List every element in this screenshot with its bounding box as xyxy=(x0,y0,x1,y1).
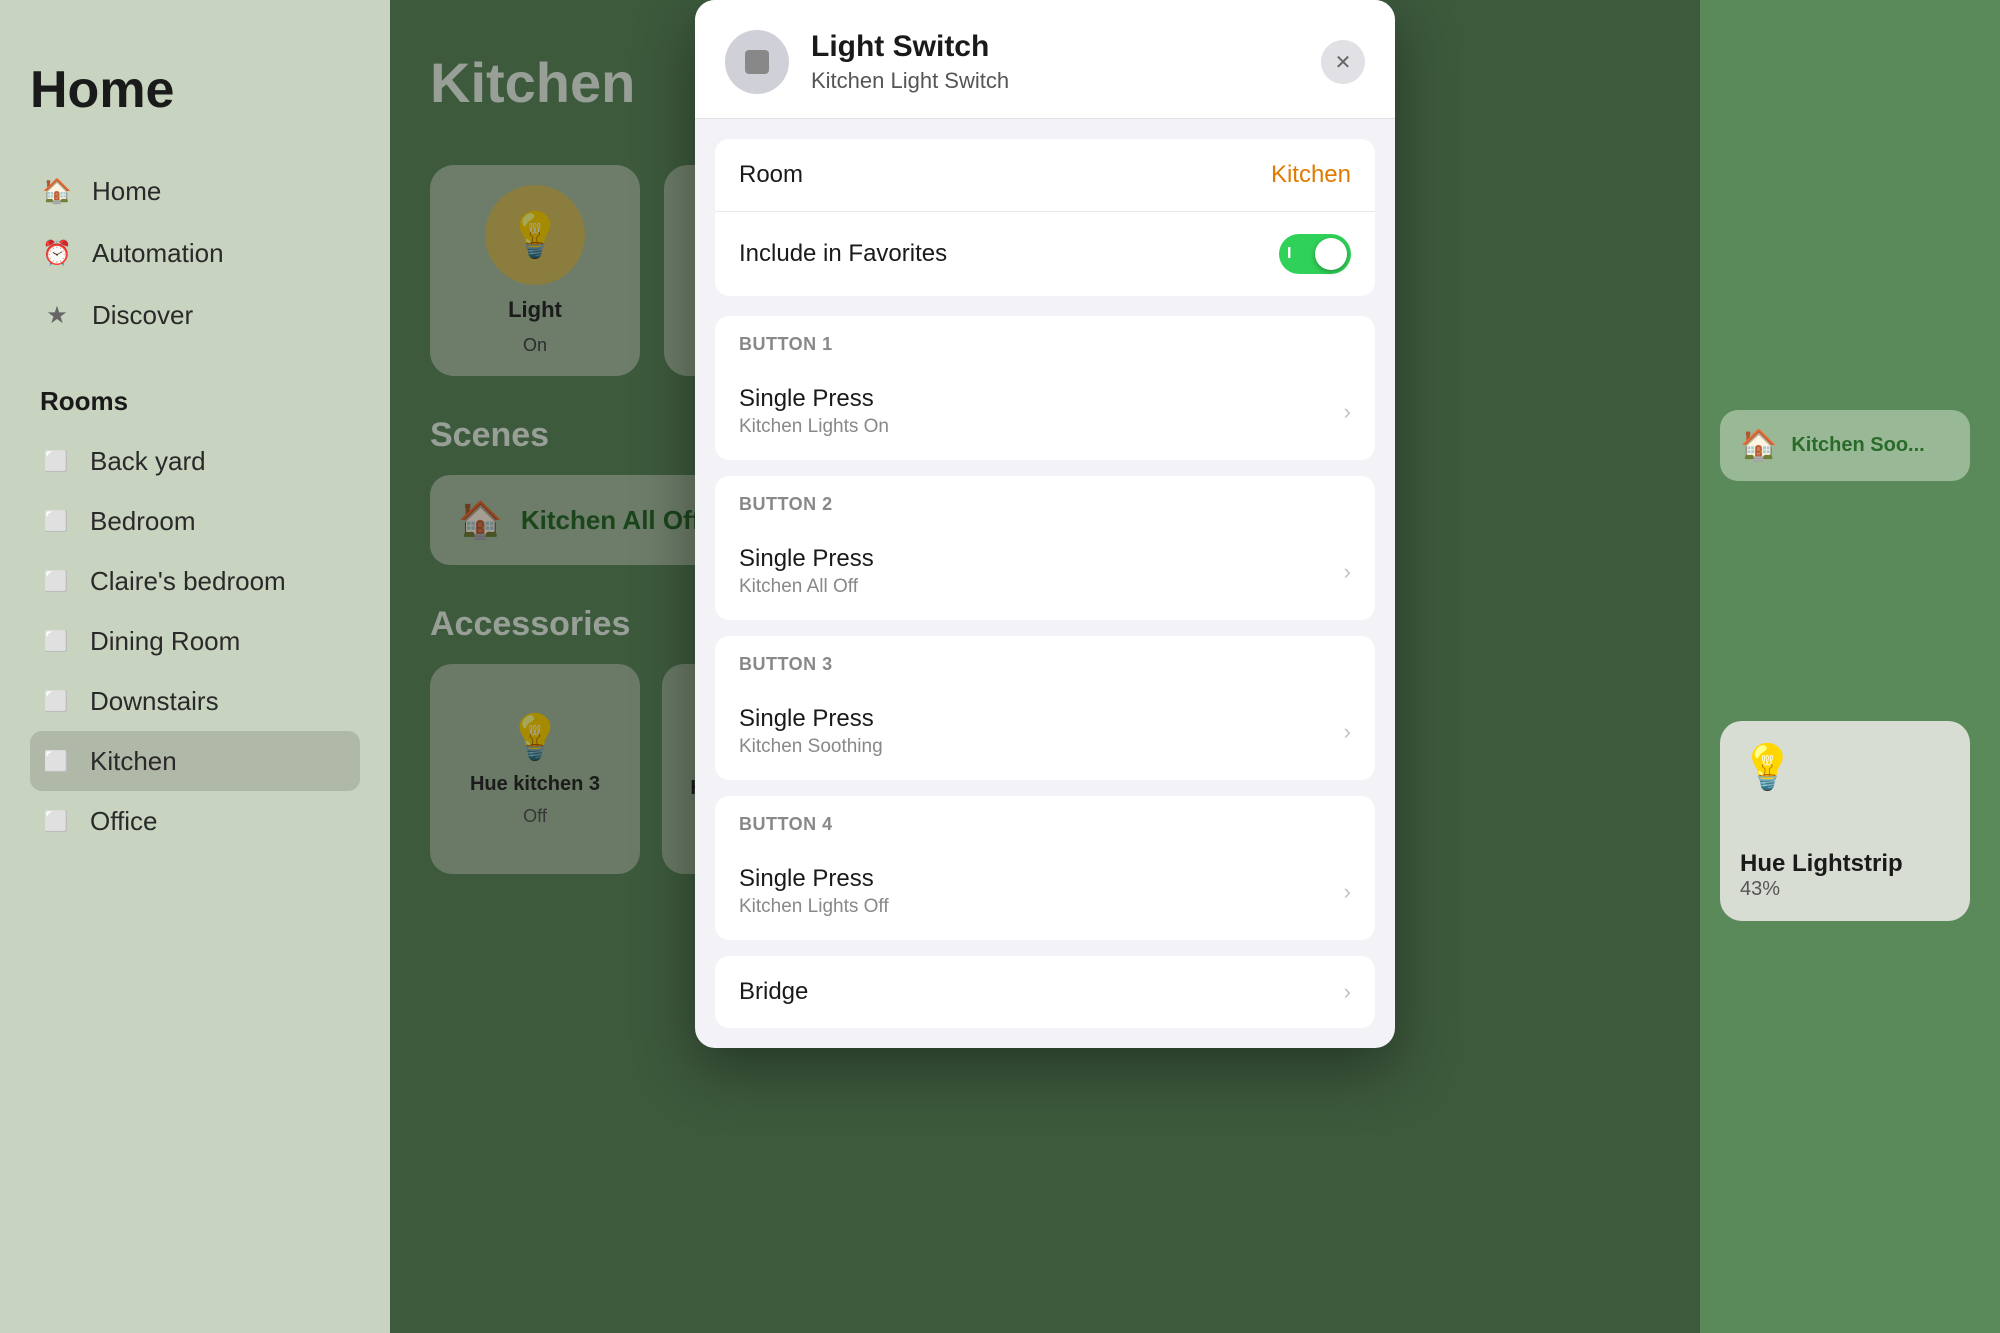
button2-header: BUTTON 2 xyxy=(715,476,1375,523)
modal-button4-section: BUTTON 4 Single Press Kitchen Lights Off… xyxy=(715,796,1375,940)
right-acc-status: 43% xyxy=(1740,878,1950,901)
room-icon: ⬜ xyxy=(40,745,72,777)
bridge-chevron: › xyxy=(1344,979,1351,1005)
modal-header: Light Switch Kitchen Light Switch ✕ xyxy=(695,0,1395,119)
room-icon: ⬜ xyxy=(40,565,72,597)
modal-favorites-label: Include in Favorites xyxy=(739,240,1279,268)
right-side-panel: 🏠 Kitchen Soo... 💡 Hue Lightstrip 43% xyxy=(1700,0,2000,1333)
modal-button1-section: BUTTON 1 Single Press Kitchen Lights On … xyxy=(715,316,1375,460)
sidebar: Home 🏠 Home ⏰ Automation ★ Discover Room… xyxy=(0,0,390,1333)
sidebar-item-home[interactable]: 🏠 Home xyxy=(30,160,360,222)
modal-dialog: Light Switch Kitchen Light Switch ✕ Room… xyxy=(695,0,1395,1048)
modal-subtitle: Kitchen Light Switch xyxy=(811,68,1299,94)
button4-chevron: › xyxy=(1344,879,1351,905)
bridge-label: Bridge xyxy=(739,978,1344,1006)
modal-title: Light Switch xyxy=(811,30,1299,64)
right-scene-card[interactable]: 🏠 Kitchen Soo... xyxy=(1720,410,1970,481)
sidebar-item-claire-bedroom[interactable]: ⬜ Claire's bedroom xyxy=(30,551,360,611)
button2-main: Single Press xyxy=(739,545,1344,573)
button3-main: Single Press xyxy=(739,705,1344,733)
button1-chevron: › xyxy=(1344,399,1351,425)
button4-row[interactable]: Single Press Kitchen Lights Off › xyxy=(715,843,1375,940)
sidebar-item-office[interactable]: ⬜ Office xyxy=(30,791,360,851)
button3-content: Single Press Kitchen Soothing xyxy=(739,705,1344,758)
button1-main: Single Press xyxy=(739,385,1344,413)
main-content-area: Kitchen 💡 Light On ⏸ Front Door Closed S… xyxy=(390,0,1700,1333)
right-acc-card[interactable]: 💡 Hue Lightstrip 43% xyxy=(1720,721,1970,921)
room-icon: ⬜ xyxy=(40,625,72,657)
button2-content: Single Press Kitchen All Off xyxy=(739,545,1344,598)
modal-close-button[interactable]: ✕ xyxy=(1321,40,1365,84)
modal-info-section: Room Kitchen Include in Favorites I xyxy=(715,139,1375,296)
modal-device-icon xyxy=(725,30,789,94)
toggle-knob xyxy=(1315,238,1347,270)
button1-sub: Kitchen Lights On xyxy=(739,416,1344,438)
sidebar-item-bedroom[interactable]: ⬜ Bedroom xyxy=(30,491,360,551)
button4-sub: Kitchen Lights Off xyxy=(739,896,1344,918)
button3-sub: Kitchen Soothing xyxy=(739,736,1344,758)
toggle-i-label: I xyxy=(1287,245,1291,263)
right-acc-name: Hue Lightstrip xyxy=(1740,850,1950,878)
sidebar-nav: 🏠 Home ⏰ Automation ★ Discover xyxy=(30,160,360,346)
button4-content: Single Press Kitchen Lights Off xyxy=(739,865,1344,918)
right-acc-icon: 💡 xyxy=(1740,741,1950,793)
sidebar-item-downstairs[interactable]: ⬜ Downstairs xyxy=(30,671,360,731)
sidebar-item-discover[interactable]: ★ Discover xyxy=(30,284,360,346)
button2-row[interactable]: Single Press Kitchen All Off › xyxy=(715,523,1375,620)
modal-favorites-toggle[interactable]: I xyxy=(1279,234,1351,274)
sidebar-item-dining-room[interactable]: ⬜ Dining Room xyxy=(30,611,360,671)
rooms-heading: Rooms xyxy=(30,386,360,417)
home-icon: 🏠 xyxy=(40,174,74,208)
modal-button2-section: BUTTON 2 Single Press Kitchen All Off › xyxy=(715,476,1375,620)
button4-header: BUTTON 4 xyxy=(715,796,1375,843)
right-scene-text: Kitchen Soo... xyxy=(1791,434,1924,457)
button2-chevron: › xyxy=(1344,559,1351,585)
button1-header: BUTTON 1 xyxy=(715,316,1375,363)
button3-header: BUTTON 3 xyxy=(715,636,1375,683)
modal-button3-section: BUTTON 3 Single Press Kitchen Soothing › xyxy=(715,636,1375,780)
modal-room-label: Room xyxy=(739,161,1271,189)
button4-main: Single Press xyxy=(739,865,1344,893)
room-icon: ⬜ xyxy=(40,445,72,477)
sidebar-item-automation[interactable]: ⏰ Automation xyxy=(30,222,360,284)
button2-sub: Kitchen All Off xyxy=(739,576,1344,598)
sidebar-item-backyard[interactable]: ⬜ Back yard xyxy=(30,431,360,491)
bridge-row[interactable]: Bridge › xyxy=(715,956,1375,1028)
button3-chevron: › xyxy=(1344,719,1351,745)
room-icon: ⬜ xyxy=(40,505,72,537)
bridge-content: Bridge xyxy=(739,978,1344,1006)
modal-title-block: Light Switch Kitchen Light Switch xyxy=(811,30,1299,94)
right-scene-icon: 🏠 xyxy=(1740,428,1777,463)
button1-content: Single Press Kitchen Lights On xyxy=(739,385,1344,438)
modal-overlay: Light Switch Kitchen Light Switch ✕ Room… xyxy=(390,0,1700,1333)
modal-bridge-section: Bridge › xyxy=(715,956,1375,1028)
button1-row[interactable]: Single Press Kitchen Lights On › xyxy=(715,363,1375,460)
sidebar-item-kitchen[interactable]: ⬜ Kitchen xyxy=(30,731,360,791)
modal-room-value: Kitchen xyxy=(1271,161,1351,189)
automation-icon: ⏰ xyxy=(40,236,74,270)
star-icon: ★ xyxy=(40,298,74,332)
modal-room-row[interactable]: Room Kitchen xyxy=(715,139,1375,212)
app-title: Home xyxy=(30,60,360,120)
room-icon: ⬜ xyxy=(40,805,72,837)
button3-row[interactable]: Single Press Kitchen Soothing › xyxy=(715,683,1375,780)
modal-favorites-row[interactable]: Include in Favorites I xyxy=(715,212,1375,296)
room-icon: ⬜ xyxy=(40,685,72,717)
rooms-list: ⬜ Back yard ⬜ Bedroom ⬜ Claire's bedroom… xyxy=(30,431,360,851)
